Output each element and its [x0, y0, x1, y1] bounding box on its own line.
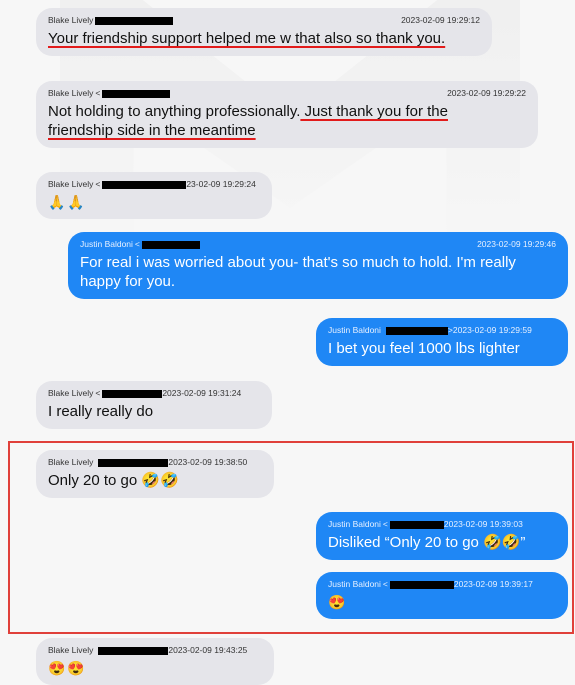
- message-text: Not holding to anything professionally. …: [48, 102, 526, 140]
- redaction-bar: [95, 16, 174, 25]
- message-text: I bet you feel 1000 lbs lighter: [328, 340, 520, 357]
- sender-name: Blake Lively: [48, 645, 94, 655]
- timestamp: 2023-02-09 19:29:46: [477, 239, 556, 249]
- message-bubble-incoming: Blake Lively < 23-02-09 19:29:24 🙏🙏: [36, 172, 272, 219]
- sender-name: Blake Lively: [48, 457, 94, 467]
- message-emoji: 😍😍: [48, 660, 87, 676]
- message-emoji: 🙏🙏: [48, 194, 87, 210]
- message-meta: Blake Lively < 2023-02-09 19:29:22: [48, 88, 526, 99]
- message-meta: Blake Lively 2023-02-09 19:38:50: [48, 457, 262, 468]
- message-text: Your friendship support helped me w that…: [48, 30, 446, 47]
- redaction-bar: [98, 646, 169, 655]
- message-text-plain: Not holding to anything professionally.: [48, 103, 301, 120]
- message-meta: Justin Baldoni < 2023-02-09 19:39:03: [328, 519, 556, 530]
- message-text: I really really do: [48, 403, 154, 420]
- sender-bracket: <: [382, 579, 388, 589]
- message-meta: Blake Lively < 23-02-09 19:29:24: [48, 179, 260, 190]
- sender-name: Justin Baldoni: [328, 519, 381, 529]
- sender-bracket: <: [95, 88, 101, 98]
- message-bubble-incoming: Blake Lively < 2023-02-09 19:29:22 Not h…: [36, 81, 538, 148]
- timestamp: 2023-02-09 19:31:24: [162, 388, 242, 398]
- timestamp: >2023-02-09 19:29:59: [447, 325, 532, 335]
- redaction-bar: [102, 89, 171, 98]
- timestamp: 2023-02-09 19:43:25: [168, 645, 248, 655]
- message-bubble-outgoing: Justin Baldoni < 2023-02-09 19:39:17 😍: [316, 572, 568, 619]
- message-text: For real i was worried about you- that's…: [80, 254, 516, 290]
- message-meta: Justin Baldoni < 2023-02-09 19:29:46: [80, 239, 556, 250]
- redaction-bar: [141, 240, 200, 249]
- timestamp: 2023-02-09 19:39:03: [443, 519, 523, 529]
- redaction-bar: [102, 389, 163, 398]
- sender-bracket: <: [134, 239, 140, 249]
- message-meta: Blake Lively 2023-02-09 19:43:25: [48, 645, 262, 656]
- sender-bracket: <: [382, 519, 388, 529]
- redaction-bar: [102, 180, 187, 189]
- sender-name: Blake Lively: [48, 15, 94, 25]
- message-meta: Blake Lively 2023-02-09 19:29:12: [48, 15, 480, 26]
- timestamp: 2023-02-09 19:29:22: [447, 88, 526, 98]
- message-bubble-outgoing: Justin Baldoni >2023-02-09 19:29:59 I be…: [316, 318, 568, 366]
- message-text: Only 20 to go 🤣🤣: [48, 472, 179, 489]
- message-bubble-incoming: Blake Lively 2023-02-09 19:38:50 Only 20…: [36, 450, 274, 498]
- sender-name: Blake Lively: [48, 88, 94, 98]
- timestamp: 2023-02-09 19:39:17: [453, 579, 533, 589]
- sender-name: Blake Lively: [48, 179, 94, 189]
- redaction-bar: [389, 520, 444, 529]
- sender-name: Justin Baldoni: [328, 579, 381, 589]
- message-meta: Justin Baldoni < 2023-02-09 19:39:17: [328, 579, 556, 590]
- message-text: Disliked “Only 20 to go 🤣🤣”: [328, 534, 526, 551]
- sender-name: Justin Baldoni: [328, 325, 381, 335]
- message-bubble-incoming: Blake Lively 2023-02-09 19:43:25 😍😍: [36, 638, 274, 685]
- sender-name: Blake Lively: [48, 388, 94, 398]
- message-bubble-outgoing: Justin Baldoni < 2023-02-09 19:29:46 For…: [68, 232, 568, 299]
- timestamp: 2023-02-09 19:38:50: [168, 457, 248, 467]
- redaction-bar: [385, 326, 448, 335]
- message-meta: Justin Baldoni >2023-02-09 19:29:59: [328, 325, 556, 336]
- message-emoji: 😍: [328, 594, 348, 610]
- timestamp: 23-02-09 19:29:24: [186, 179, 256, 189]
- message-text-underlined: Just thank you for the: [300, 103, 448, 120]
- timestamp: 2023-02-09 19:29:12: [401, 15, 480, 25]
- redaction-bar: [389, 580, 454, 589]
- message-bubble-incoming: Blake Lively < 2023-02-09 19:31:24 I rea…: [36, 381, 272, 429]
- redaction-bar: [98, 458, 169, 467]
- message-meta: Blake Lively < 2023-02-09 19:31:24: [48, 388, 260, 399]
- message-text-underlined: friendship side in the meantime: [48, 122, 256, 139]
- message-bubble-outgoing: Justin Baldoni < 2023-02-09 19:39:03 Dis…: [316, 512, 568, 560]
- message-bubble-incoming: Blake Lively 2023-02-09 19:29:12 Your fr…: [36, 8, 492, 56]
- sender-name: Justin Baldoni: [80, 239, 133, 249]
- sender-bracket: <: [95, 388, 101, 398]
- sender-bracket: <: [95, 179, 101, 189]
